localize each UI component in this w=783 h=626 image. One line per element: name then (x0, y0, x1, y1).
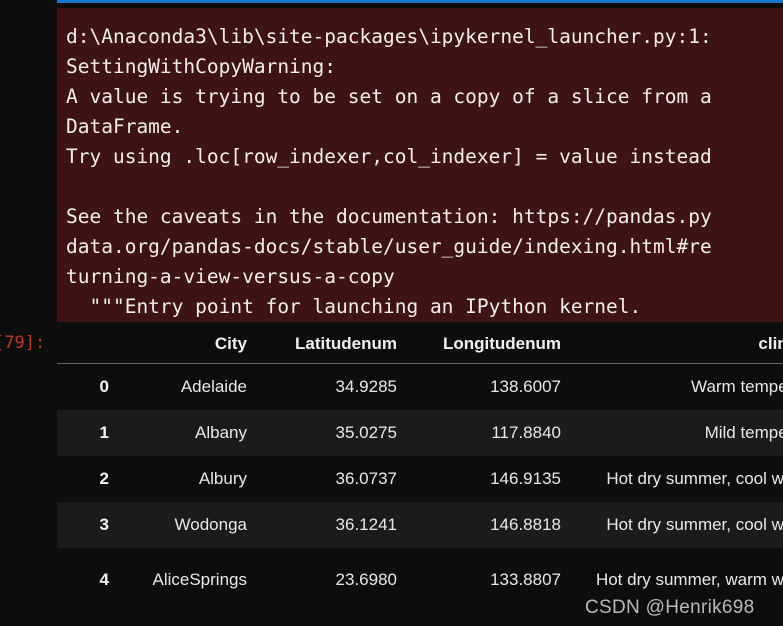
cell-city: Wodonga (174, 515, 247, 534)
cell-climate: Mild temperate (704, 423, 783, 442)
cell-climate: Warm temperate (691, 377, 783, 396)
warning-line: A value is trying to be set on a copy of… (66, 85, 712, 108)
column-header-index (57, 330, 117, 364)
cell-selection-bar (57, 0, 783, 3)
cell-longitude: 146.8818 (490, 515, 561, 534)
column-header-climate: climate (569, 330, 783, 364)
cell-city: Albury (198, 469, 247, 488)
cell-city: AliceSprings (152, 570, 248, 589)
cell-latitude: 34.9285 (335, 377, 397, 396)
table-row: 1 Albany 35.0275 117.8840 Mild temperate (57, 410, 783, 456)
cell-latitude: 36.0737 (335, 469, 397, 488)
warning-line: DataFrame. (66, 115, 184, 138)
cell-latitude: 36.1241 (335, 515, 397, 534)
warning-line: data.org/pandas-docs/stable/user_guide/i… (66, 235, 712, 258)
table-header-row: City Latitudenum Longitudenum climate (57, 330, 783, 364)
cell-climate: Hot dry summer, cool winter (606, 515, 783, 534)
cell-longitude: 117.8840 (491, 423, 561, 442)
table-row: 2 Albury 36.0737 146.9135 Hot dry summer… (57, 456, 783, 502)
table-body: 0 Adelaide 34.9285 138.6007 Warm tempera… (57, 364, 783, 613)
table-row: 0 Adelaide 34.9285 138.6007 Warm tempera… (57, 364, 783, 411)
row-index: 1 (99, 423, 109, 442)
row-index: 4 (99, 570, 109, 589)
dataframe-table: City Latitudenum Longitudenum climate 0 … (57, 330, 783, 612)
table-header: City Latitudenum Longitudenum climate (57, 330, 783, 364)
output-prompt-label: [79]: (0, 333, 46, 353)
warning-line: See the caveats in the documentation: ht… (66, 205, 712, 228)
cell-longitude: 133.8807 (490, 570, 561, 589)
warning-line: turning-a-view-versus-a-copy (66, 265, 395, 288)
column-header-longitude: Longitudenum (405, 330, 569, 364)
warning-line: SettingWithCopyWarning: (66, 55, 337, 78)
cell-longitude: 138.6007 (490, 377, 561, 396)
csdn-watermark: CSDN @Henrik698 (585, 597, 755, 618)
cell-climate: Hot dry summer, cool winter (606, 469, 783, 488)
warning-line-blank (66, 172, 783, 202)
column-header-latitude: Latitudenum (255, 330, 405, 364)
cell-latitude: 35.0275 (335, 423, 397, 442)
table-row: 3 Wodonga 36.1241 146.8818 Hot dry summe… (57, 502, 783, 548)
row-index: 2 (99, 469, 109, 488)
column-header-city: City (117, 330, 255, 364)
dataframe-output: City Latitudenum Longitudenum climate 0 … (57, 330, 783, 612)
stderr-warning-output: d:\Anaconda3\lib\site-packages\ipykernel… (57, 8, 783, 322)
cell-latitude: 23.6980 (335, 570, 397, 589)
cell-city: Albany (195, 423, 247, 442)
row-index: 3 (99, 515, 109, 534)
cell-city: Adelaide (180, 377, 247, 396)
warning-line: d:\Anaconda3\lib\site-packages\ipykernel… (66, 25, 712, 48)
row-index: 0 (99, 377, 109, 396)
warning-line: """Entry point for launching an IPython … (66, 295, 642, 318)
cell-longitude: 146.9135 (490, 469, 561, 488)
warning-line: Try using .loc[row_indexer,col_indexer] … (66, 145, 712, 168)
notebook-output-screen: d:\Anaconda3\lib\site-packages\ipykernel… (0, 0, 783, 626)
